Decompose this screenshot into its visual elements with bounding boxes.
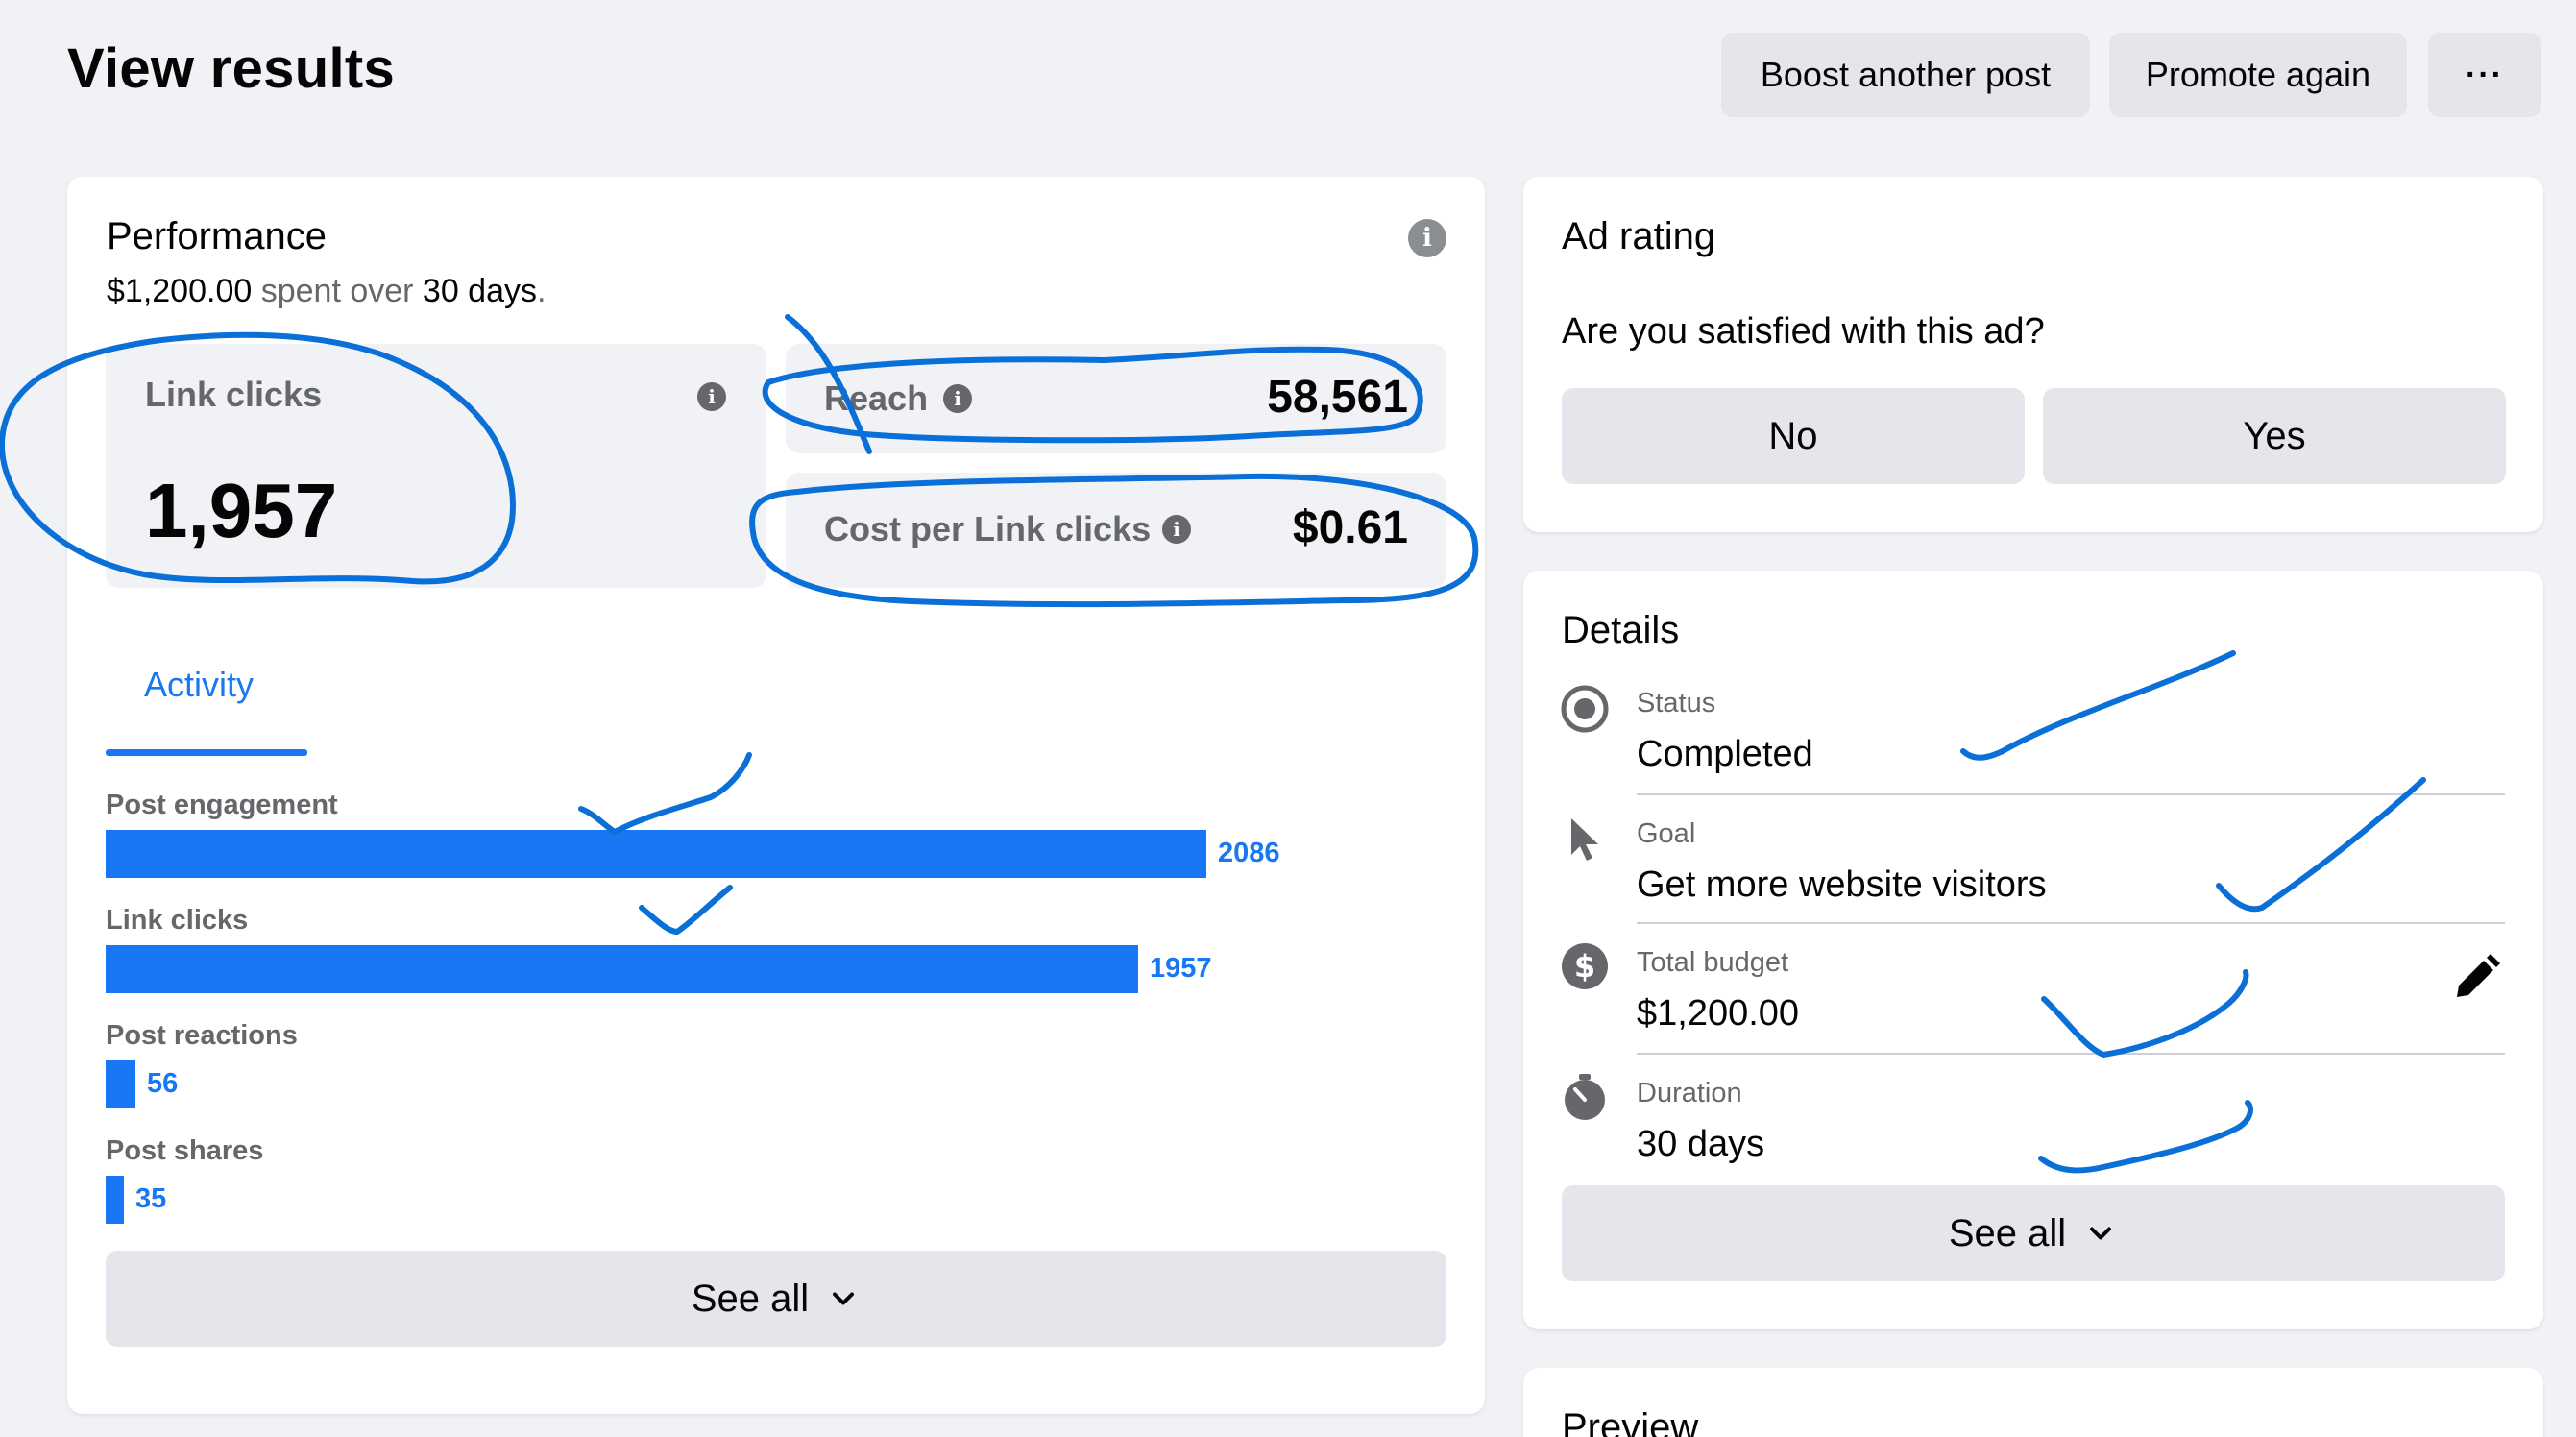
rating-no-button[interactable]: No [1562, 388, 2025, 484]
activity-bar-value: 56 [147, 1068, 179, 1099]
tab-activity[interactable]: Activity [144, 665, 254, 705]
chevron-down-icon [833, 1292, 855, 1305]
performance-card: Performance $1,200.00 spent over 30 days… [67, 177, 1485, 1414]
see-all-label: See all [691, 1277, 810, 1320]
cost-per-link-click-info-icon[interactable]: i [1162, 515, 1191, 544]
activity-bar-label: Post reactions [106, 1020, 298, 1051]
boost-button-label: Boost another post [1760, 55, 2052, 94]
activity-bar-value: 35 [135, 1183, 167, 1214]
more-options-button[interactable]: ··· [2428, 33, 2541, 117]
rating-yes-label: Yes [2243, 414, 2306, 457]
see-all-label: See all [1948, 1211, 2067, 1254]
details-divider [1637, 1053, 2505, 1055]
boost-another-post-button[interactable]: Boost another post [1721, 33, 2090, 117]
link-clicks-metric: Link clicks i 1,957 [106, 344, 766, 588]
promote-again-button[interactable]: Promote again [2109, 33, 2407, 117]
activity-bar [106, 830, 1206, 878]
preview-card: Preview [1523, 1368, 2543, 1437]
svg-text:$: $ [1574, 948, 1595, 985]
activity-bar-value: 2086 [1218, 838, 1280, 868]
spent-days: 30 days [422, 273, 538, 309]
ad-rating-card: Ad rating Are you satisfied with this ad… [1523, 177, 2543, 532]
preview-title: Preview [1562, 1406, 1699, 1437]
dollar-icon: $ [1562, 943, 1608, 989]
spent-mid: spent over [252, 273, 423, 309]
spent-end: . [537, 273, 547, 309]
status-label: Status [1637, 688, 1716, 718]
ad-rating-question: Are you satisfied with this ad? [1562, 311, 2045, 352]
radio-icon [1561, 685, 1609, 733]
link-clicks-value: 1,957 [145, 468, 338, 553]
cost-per-link-click-value: $0.61 [1292, 502, 1408, 553]
performance-info-icon[interactable]: i [1408, 219, 1446, 257]
spent-amount: $1,200.00 [107, 273, 253, 309]
promote-button-label: Promote again [2145, 55, 2371, 94]
duration-label: Duration [1637, 1078, 1742, 1108]
goal-value: Get more website visitors [1637, 865, 2047, 905]
chevron-down-icon [2090, 1227, 2112, 1240]
activity-bar-label: Post engagement [106, 790, 338, 820]
reach-value: 58,561 [1267, 372, 1408, 423]
activity-bar [106, 945, 1138, 993]
cost-per-link-click-label: Cost per Link clicks [824, 509, 1152, 548]
total-budget-label: Total budget [1637, 947, 1789, 978]
performance-title: Performance [107, 215, 327, 257]
details-divider [1637, 793, 2505, 795]
rating-no-label: No [1768, 414, 1818, 457]
details-see-all-button[interactable]: See all [1562, 1185, 2505, 1281]
more-options-icon: ··· [2466, 56, 2504, 93]
details-title: Details [1562, 609, 1680, 651]
details-card: Details Status Completed Goal Get more w… [1523, 571, 2543, 1329]
status-value: Completed [1637, 734, 1813, 774]
reach-label: Reach [824, 378, 929, 418]
cursor-icon [1571, 818, 1598, 861]
duration-value: 30 days [1637, 1124, 1765, 1164]
link-clicks-label: Link clicks [145, 375, 323, 414]
ad-rating-title: Ad rating [1562, 215, 1716, 257]
details-divider [1637, 922, 2505, 924]
rating-yes-button[interactable]: Yes [2043, 388, 2506, 484]
link-clicks-info-icon[interactable]: i [697, 382, 726, 411]
activity-bar [106, 1060, 135, 1108]
tab-activity-underline [106, 749, 307, 756]
activity-bar-value: 1957 [1150, 953, 1212, 984]
page-title: View results [67, 37, 396, 100]
reach-info-icon[interactable]: i [943, 384, 972, 413]
performance-see-all-button[interactable]: See all [106, 1251, 1446, 1347]
reach-metric: Reach i 58,561 [786, 344, 1446, 453]
performance-summary: $1,200.00 spent over 30 days. [107, 273, 546, 310]
total-budget-value: $1,200.00 [1637, 993, 1800, 1034]
activity-bar [106, 1176, 124, 1224]
activity-bar-label: Post shares [106, 1135, 264, 1166]
stopwatch-icon [1565, 1074, 1605, 1120]
edit-budget-pencil-icon[interactable] [2451, 953, 2501, 1003]
goal-label: Goal [1637, 818, 1696, 849]
activity-bar-label: Link clicks [106, 905, 249, 936]
cost-per-link-click-metric: Cost per Link clicks i $0.61 [786, 473, 1446, 588]
